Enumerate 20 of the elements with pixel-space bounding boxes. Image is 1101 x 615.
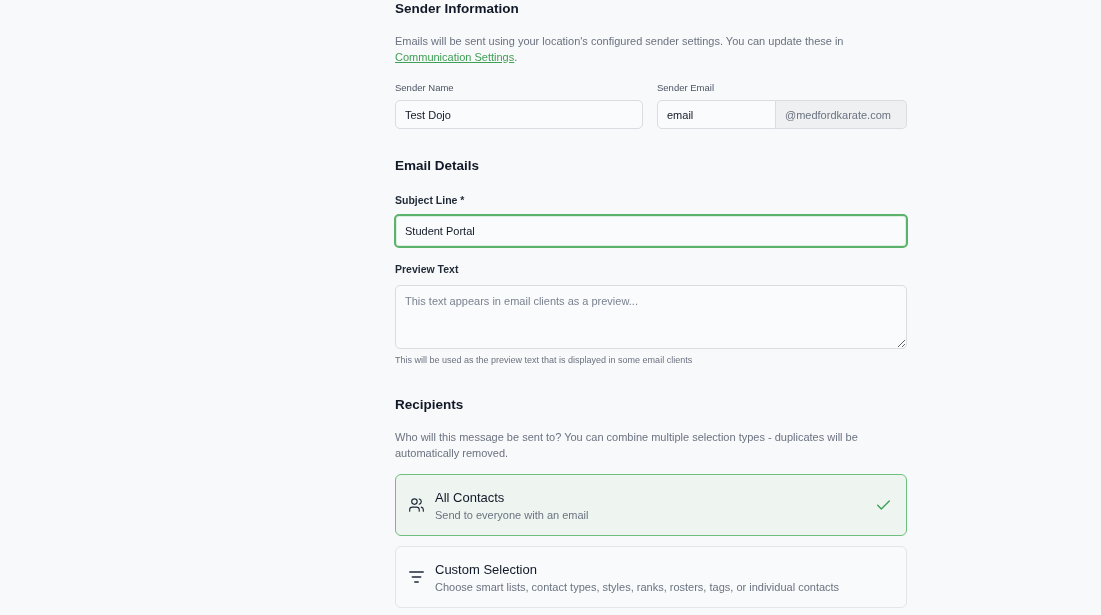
checkmark-icon xyxy=(877,500,890,510)
section-heading: Recipients xyxy=(395,396,464,414)
sender-name-field[interactable]: Test Dojo xyxy=(395,100,643,129)
sender-info-description: Emails will be sent using your location's configured sender settings. You can update these in Communication Settings. xyxy=(395,34,845,65)
help-text: This will be used as the preview text that is displayed in some email clients xyxy=(395,354,693,366)
recipient-option[interactable]: All Contacts Send to everyone with an email xyxy=(395,474,907,536)
field-label: Subject Line * xyxy=(395,193,465,207)
field-label: Sender Email xyxy=(657,82,715,94)
section-heading: Sender Information xyxy=(395,0,519,18)
subject-line-field[interactable]: Student Portal xyxy=(394,214,908,248)
email-domain-addon: @medfordkarate.com xyxy=(776,100,907,129)
users-icon xyxy=(409,498,424,512)
recipients-description: Who will this message be sent to? You can combine multiple selection types - duplicates will be automatically removed. xyxy=(395,430,859,461)
preview-text-field[interactable]: This text appears in email clients as a preview... xyxy=(395,285,907,349)
field-label: Preview Text xyxy=(395,262,459,276)
sender-email-field[interactable]: email xyxy=(657,100,776,129)
recipient-option[interactable]: Custom Selection Choose smart lists, contact types, styles, ranks, rosters, tags, or individual contacts xyxy=(395,546,907,608)
field-label: Sender Name xyxy=(395,82,454,94)
filter-icon xyxy=(409,570,424,584)
section-heading: Email Details xyxy=(395,157,480,175)
